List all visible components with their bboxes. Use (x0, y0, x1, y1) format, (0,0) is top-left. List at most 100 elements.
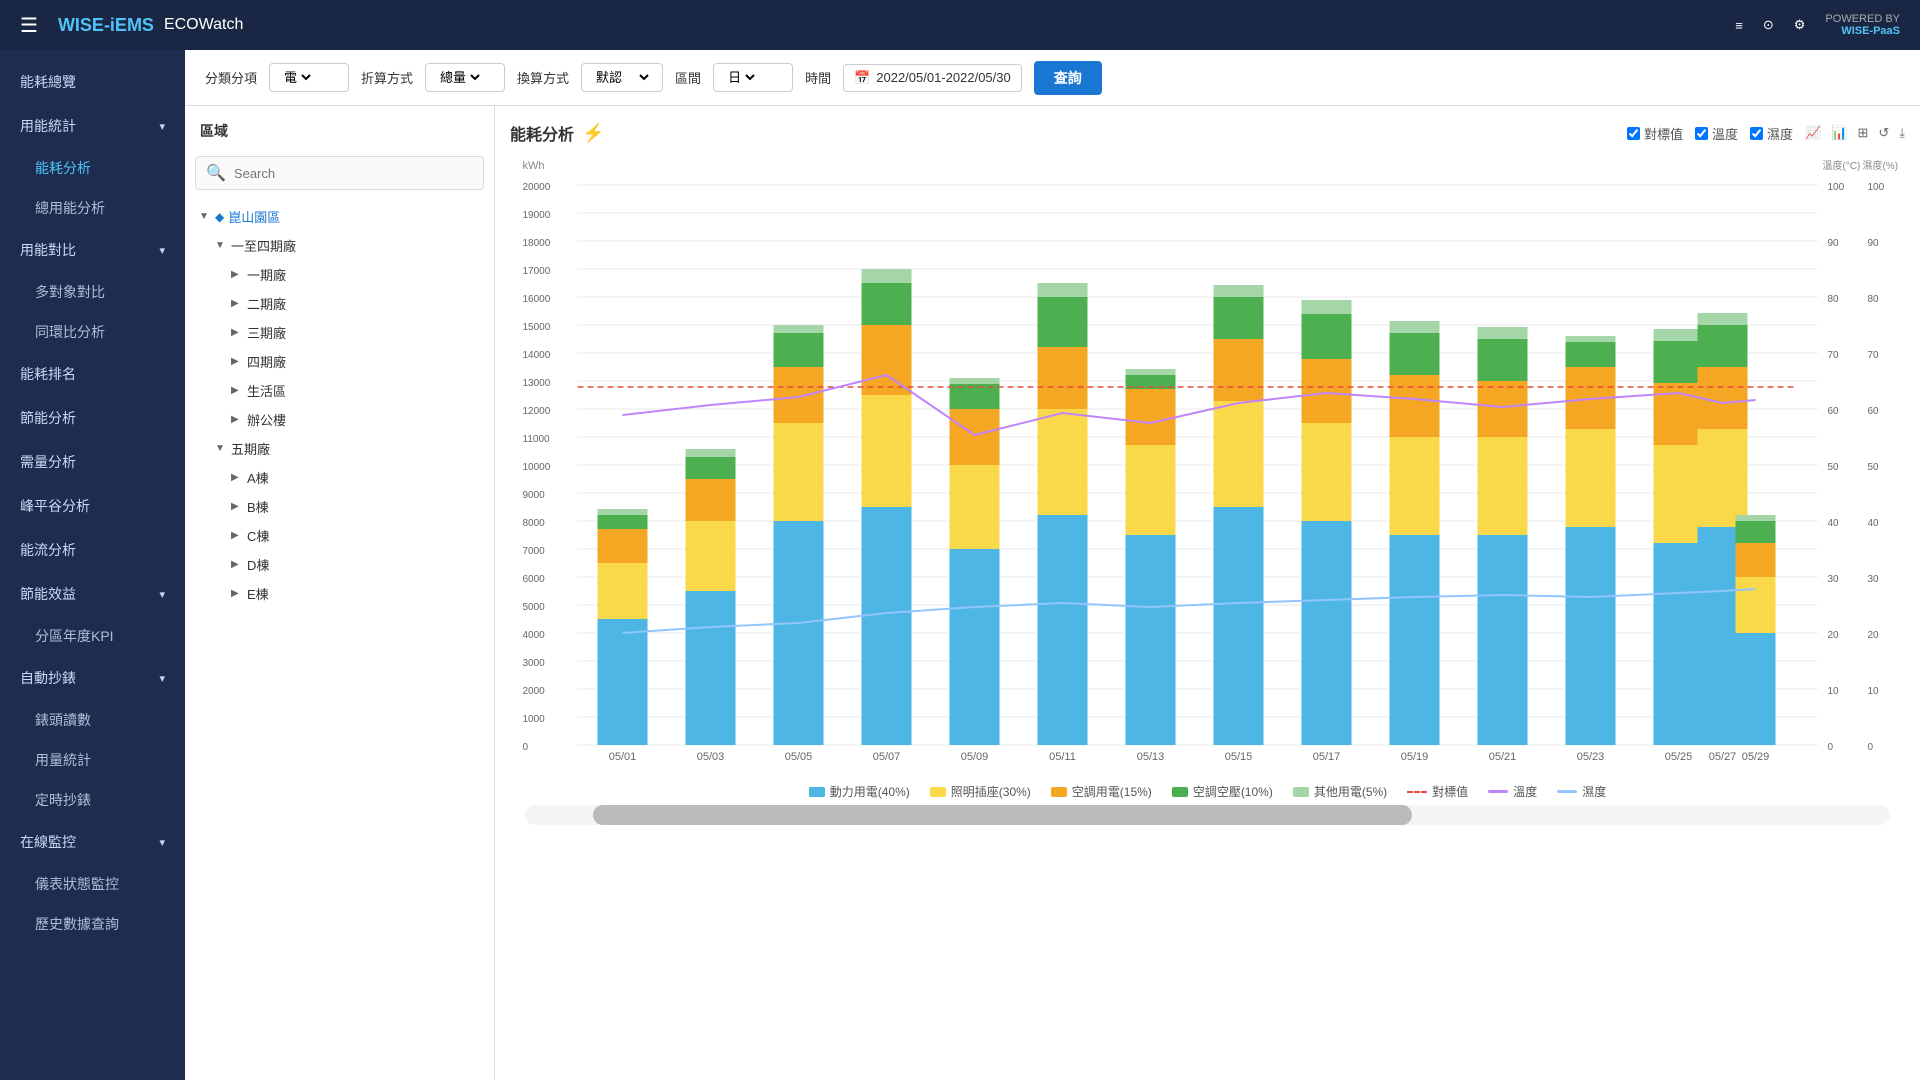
checkbox-temp[interactable]: 溫度 (1695, 124, 1738, 143)
svg-text:10: 10 (1828, 686, 1840, 697)
svg-text:05/25: 05/25 (1665, 751, 1693, 763)
chart-legend: 動力用電(40%) 照明插座(30%) 空調用電(15%) 空調空壓(10%) (510, 783, 1905, 800)
tree-node-bldD[interactable]: ▶ D棟 (227, 550, 484, 579)
tree-label-phase5: 五期廠 (231, 439, 480, 458)
checkbox-humid[interactable]: 濕度 (1750, 124, 1793, 143)
svg-text:11000: 11000 (523, 434, 551, 445)
chart-title: 能耗分析 (510, 121, 574, 145)
tree-node-bldA[interactable]: ▶ A棟 (227, 463, 484, 492)
sidebar-item-energy-overview[interactable]: 能耗總覽 (0, 60, 185, 104)
tree-arrow-icon-d: ▶ (231, 559, 243, 570)
legend-line-temp (1488, 790, 1508, 793)
period-select-input[interactable]: 日 月 年 (724, 69, 758, 86)
sidebar-item-multi-compare[interactable]: 多對象對比 (0, 272, 185, 312)
search-icon: 🔍 (206, 163, 226, 183)
table-icon[interactable]: ⊞ (1857, 125, 1868, 141)
tree-children-phase1-4: ▶ 一期廠 ▶ 二期廠 ▶ 三期廠 (211, 260, 484, 434)
legend-label-lighting: 照明插座(30%) (951, 783, 1031, 800)
svg-text:05/11: 05/11 (1049, 751, 1076, 763)
date-input[interactable]: 📅 2022/05/01-2022/05/30 (843, 64, 1022, 92)
checkbox-temp-input[interactable] (1695, 127, 1708, 140)
powered-by: POWERED BY WISE-PaaS (1825, 13, 1900, 37)
sidebar-item-usage-stats[interactable]: 用量統計 (0, 740, 185, 780)
sidebar-item-history-data[interactable]: 歷史數據查詢 (0, 904, 185, 944)
legend-color-power (809, 787, 825, 797)
tree-node-phase4[interactable]: ▶ 四期廠 (227, 347, 484, 376)
settings-icon[interactable]: ⚙ (1794, 17, 1806, 33)
line-chart-icon[interactable]: 📈 (1805, 125, 1821, 141)
tree-node-phase3[interactable]: ▶ 三期廠 (227, 318, 484, 347)
calendar-icon: 📅 (854, 70, 870, 86)
sidebar-item-scheduled-read[interactable]: 定時抄錶 (0, 780, 185, 820)
sidebar-item-online-monitor[interactable]: 在線監控 ▾ (0, 820, 185, 864)
sidebar-item-period-compare[interactable]: 同環比分析 (0, 312, 185, 352)
svg-text:濕度(%): 濕度(%) (1863, 159, 1899, 172)
category-select-input[interactable]: 電 水 氣 (280, 69, 314, 86)
legend-label-ac: 空調用電(15%) (1072, 783, 1152, 800)
sidebar-item-annual-kpi[interactable]: 分區年度KPI (0, 616, 185, 656)
tree-arrow-icon-3: ▶ (231, 269, 243, 280)
calc-select[interactable]: 總量 均值 (425, 63, 505, 92)
calc-select-input[interactable]: 總量 均值 (436, 69, 483, 86)
tree-node-phase1-4[interactable]: ▼ 一至四期廠 (211, 231, 484, 260)
svg-text:溫度(°C): 溫度(°C) (1823, 159, 1861, 172)
scroll-bar[interactable] (525, 805, 1890, 825)
query-button[interactable]: 查詢 (1034, 61, 1102, 95)
search-box[interactable]: 🔍 (195, 156, 484, 190)
sidebar-item-energy-rank[interactable]: 能耗排名 (0, 352, 185, 396)
category-select[interactable]: 電 水 氣 (269, 63, 349, 92)
tree-node-phase5[interactable]: ▼ 五期廠 (211, 434, 484, 463)
checkbox-humid-input[interactable] (1750, 127, 1763, 140)
tree-node-office[interactable]: ▶ 辦公樓 (227, 405, 484, 434)
sidebar-item-auto-read[interactable]: 自動抄錶 ▾ (0, 656, 185, 700)
sidebar-item-energy-flow[interactable]: 能流分析 (0, 528, 185, 572)
convert-select[interactable]: 默認 標準煤 (581, 63, 663, 92)
tree-label-living: 生活區 (247, 381, 480, 400)
chart-panel: 能耗分析 ⚡ 對標值 溫度 (495, 106, 1920, 1080)
svg-text:60: 60 (1828, 406, 1840, 417)
scroll-thumb[interactable] (593, 805, 1412, 825)
svg-text:05/05: 05/05 (785, 751, 813, 763)
svg-text:19000: 19000 (523, 210, 551, 221)
checkbox-humid-label: 濕度 (1767, 124, 1793, 143)
sidebar-item-energy-efficiency[interactable]: 節能效益 ▾ (0, 572, 185, 616)
checkbox-target[interactable]: 對標值 (1627, 124, 1683, 143)
tree-node-phase1[interactable]: ▶ 一期廠 (227, 260, 484, 289)
checkbox-target-input[interactable] (1627, 127, 1640, 140)
period-select[interactable]: 日 月 年 (713, 63, 793, 92)
bar-chart-icon[interactable]: 📊 (1831, 125, 1847, 141)
chevron-icon-3: ▾ (159, 588, 165, 601)
chart-actions: 對標值 溫度 濕度 📈 📊 ⊞ (1627, 124, 1905, 143)
sidebar-item-savings[interactable]: 節能分析 (0, 396, 185, 440)
svg-text:05/19: 05/19 (1401, 751, 1429, 763)
menu-icon[interactable]: ≡ (1735, 18, 1743, 33)
sidebar-item-meter-status[interactable]: 儀表狀態監控 (0, 864, 185, 904)
sidebar-item-energy-compare[interactable]: 用能對比 ▾ (0, 228, 185, 272)
svg-text:7000: 7000 (523, 546, 546, 557)
convert-select-input[interactable]: 默認 標準煤 (592, 69, 652, 86)
search-input[interactable] (234, 166, 473, 181)
legend-other: 其他用電(5%) (1293, 783, 1387, 800)
sidebar-item-total-energy[interactable]: 總用能分析 (0, 188, 185, 228)
tree-node-phase2[interactable]: ▶ 二期廠 (227, 289, 484, 318)
tree-node-bldC[interactable]: ▶ C棟 (227, 521, 484, 550)
tree-label-kunshan: 崑山園區 (228, 207, 480, 226)
svg-text:9000: 9000 (523, 490, 546, 501)
sidebar-item-peak-valley[interactable]: 峰平谷分析 (0, 484, 185, 528)
svg-text:20: 20 (1868, 630, 1880, 641)
tree-node-living[interactable]: ▶ 生活區 (227, 376, 484, 405)
panels: 區域 🔍 ▼ ◆ 崑山園區 ▼ 一 (185, 106, 1920, 1080)
sidebar-item-demand[interactable]: 需量分析 (0, 440, 185, 484)
tree-node-bldB[interactable]: ▶ B棟 (227, 492, 484, 521)
svg-text:100: 100 (1868, 182, 1885, 193)
user-icon[interactable]: ⊙ (1763, 17, 1774, 33)
sidebar-item-energy-stats[interactable]: 用能統計 ▾ (0, 104, 185, 148)
download-icon[interactable]: ⤓ (1899, 125, 1905, 141)
hamburger-icon[interactable]: ☰ (20, 13, 38, 38)
svg-text:05/01: 05/01 (609, 751, 637, 763)
tree-node-kunshan[interactable]: ▼ ◆ 崑山園區 (195, 202, 484, 231)
sidebar-item-meter-read[interactable]: 錶頭讀數 (0, 700, 185, 740)
sidebar-item-energy-analysis[interactable]: 能耗分析 (0, 148, 185, 188)
tree-node-bldE[interactable]: ▶ E棟 (227, 579, 484, 608)
refresh-icon[interactable]: ↺ (1878, 125, 1889, 141)
